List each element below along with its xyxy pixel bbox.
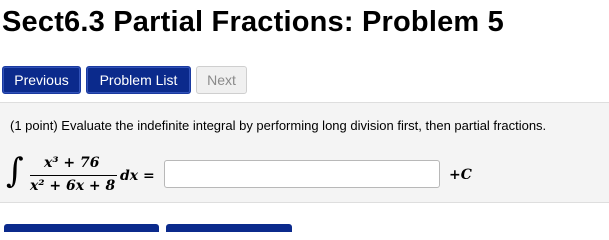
differential-equals: dx =: [120, 168, 155, 184]
fraction-denominator: x² + 6x + 8: [30, 178, 116, 194]
page-title: Sect6.3 Partial Fractions: Problem 5: [2, 6, 504, 38]
problem-list-button[interactable]: Problem List: [86, 66, 191, 94]
bottom-button-left[interactable]: [4, 224, 159, 232]
answer-input[interactable]: [164, 160, 440, 188]
integration-constant: +C: [449, 167, 472, 183]
constant-plus: +: [449, 167, 461, 183]
page: Sect6.3 Partial Fractions: Problem 5 Pre…: [0, 0, 609, 232]
constant-letter: C: [460, 167, 472, 183]
next-button[interactable]: Next: [196, 66, 247, 94]
bottom-button-right[interactable]: [166, 224, 292, 232]
problem-panel: (1 point) Evaluate the indefinite integr…: [0, 102, 609, 203]
fraction-numerator: x³ + 76: [44, 155, 100, 171]
fraction-bar: [30, 175, 117, 176]
previous-button[interactable]: Previous: [2, 66, 81, 94]
problem-statement: (1 point) Evaluate the indefinite integr…: [10, 118, 547, 133]
integral-symbol: ∫: [6, 151, 24, 191]
